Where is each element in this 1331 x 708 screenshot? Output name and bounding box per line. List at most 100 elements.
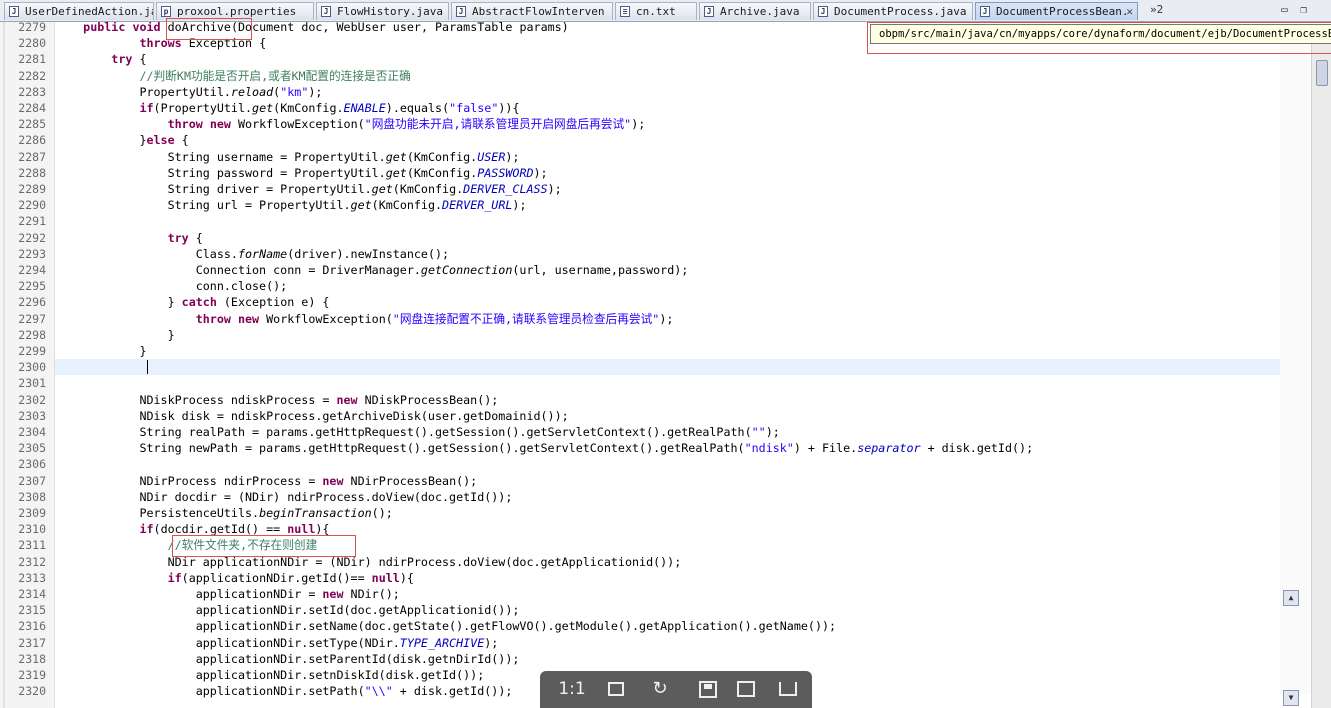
line-number: 2311	[18, 538, 46, 553]
line-number: 2304	[18, 425, 46, 439]
text-caret	[147, 360, 148, 374]
code-line[interactable]: applicationNDir.setType(NDir.TYPE_ARCHIV…	[55, 635, 499, 651]
line-number: 2292	[18, 230, 46, 245]
line-number: 2300	[18, 360, 46, 375]
save-icon[interactable]	[694, 678, 722, 700]
line-number: 2287	[18, 149, 46, 164]
code-line[interactable]: applicationNDir.setParentId(disk.getnDir…	[55, 651, 520, 667]
code-line[interactable]: }	[55, 327, 175, 343]
code-line[interactable]: String realPath = params.getHttpRequest(…	[55, 424, 779, 440]
scrollbar-thumb[interactable]	[1316, 60, 1328, 86]
line-number: 2307	[18, 473, 46, 488]
code-line[interactable]: throw new WorkflowException("网盘功能未开启,请联系…	[55, 116, 646, 132]
code-line[interactable]: try {	[55, 230, 203, 246]
line-number: 2305	[18, 441, 46, 456]
tab-overflow-button[interactable]: »2	[1150, 3, 1163, 16]
code-line[interactable]: }	[55, 343, 146, 359]
scroll-down-arrow-icon[interactable]: ▼	[1283, 690, 1299, 706]
line-number: 2281	[18, 52, 46, 67]
code-line[interactable]: throw new WorkflowException("网盘连接配置不正确,请…	[55, 311, 674, 327]
minimize-icon[interactable]: ▭	[1281, 3, 1288, 16]
code-line[interactable]: String password = PropertyUtil.get(KmCon…	[55, 165, 548, 181]
line-number: 2296	[18, 295, 46, 310]
tab-document-process[interactable]: J DocumentProcess.java	[813, 2, 973, 20]
line-number: 2312	[18, 554, 46, 569]
scroll-up-arrow-icon[interactable]: ▲	[1283, 590, 1299, 606]
line-number: 2282	[18, 68, 46, 83]
line-number: 2308	[18, 489, 46, 504]
tab-cn-txt[interactable]: ≡ cn.txt	[615, 2, 697, 20]
java-file-icon: J	[321, 6, 331, 17]
line-number: 2294	[18, 263, 46, 277]
code-line[interactable]: PropertyUtil.reload("km");	[55, 84, 322, 100]
line-number: 2315	[18, 603, 46, 618]
code-line[interactable]: String username = PropertyUtil.get(KmCon…	[55, 149, 520, 165]
code-line[interactable]: if(PropertyUtil.get(KmConfig.ENABLE).equ…	[55, 100, 519, 116]
tab-document-process-bean[interactable]: J DocumentProcessBean. ✕	[975, 2, 1138, 20]
line-number: 2306	[18, 457, 46, 472]
tab-abstract-flow-interven[interactable]: J AbstractFlowInterven	[451, 2, 613, 20]
line-number: 2291	[18, 214, 46, 229]
code-line[interactable]: try {	[55, 51, 146, 67]
line-number: 2280	[18, 36, 46, 51]
line-number: 2286	[18, 133, 46, 148]
save-as-icon[interactable]	[732, 678, 760, 700]
actual-size-button[interactable]: 1:1	[554, 678, 590, 700]
code-line[interactable]: String url = PropertyUtil.get(KmConfig.D…	[55, 197, 527, 213]
line-number: 2293	[18, 246, 46, 261]
code-line[interactable]: String driver = PropertyUtil.get(KmConfi…	[55, 181, 562, 197]
code-line[interactable]: public void doArchive(Document doc, WebU…	[55, 22, 569, 35]
tab-label: UserDefinedAction.ja	[25, 5, 154, 18]
fit-screen-icon[interactable]	[602, 678, 630, 700]
line-number: 2284	[18, 101, 46, 115]
code-line[interactable]: String newPath = params.getHttpRequest()…	[55, 440, 1033, 456]
code-line[interactable]: applicationNDir.setPath("\\" + disk.getI…	[55, 683, 513, 699]
file-path-tooltip: obpm/src/main/java/cn/myapps/core/dynafo…	[870, 24, 1331, 44]
line-number: 2285	[18, 117, 46, 132]
code-editor[interactable]: public void doArchive(Document doc, WebU…	[55, 22, 1315, 708]
code-line[interactable]: NDisk disk = ndiskProcess.getArchiveDisk…	[55, 408, 568, 424]
code-line[interactable]: applicationNDir = new NDir();	[55, 586, 400, 602]
maximize-icon[interactable]: ❐	[1300, 3, 1307, 16]
line-number: 2319	[18, 668, 46, 682]
tab-label: AbstractFlowInterven	[472, 5, 605, 18]
close-tab-icon[interactable]: ✕	[1126, 3, 1133, 20]
code-line[interactable]: } catch (Exception e) {	[55, 294, 330, 310]
line-number: 2318	[18, 651, 46, 666]
line-number: 2316	[18, 619, 46, 634]
text-file-icon: ≡	[620, 6, 630, 17]
line-number: 2302	[18, 392, 46, 407]
tab-archive[interactable]: J Archive.java	[699, 2, 811, 20]
line-number: 2288	[18, 165, 46, 180]
code-line[interactable]: PersistenceUtils.beginTransaction();	[55, 505, 392, 521]
code-line[interactable]: Class.forName(driver).newInstance();	[55, 246, 449, 262]
properties-file-icon: p	[161, 6, 171, 17]
line-number: 2309	[18, 506, 46, 520]
line-number: 2317	[18, 635, 46, 650]
java-file-icon: J	[818, 6, 828, 17]
highlight-box-comment	[172, 535, 356, 557]
line-number: 2289	[18, 182, 46, 196]
code-line[interactable]: applicationNDir.setId(doc.getApplication…	[55, 602, 520, 618]
share-icon[interactable]	[774, 678, 802, 700]
code-line[interactable]: applicationNDir.setnDiskId(disk.getId())…	[55, 667, 485, 683]
line-number: 2314	[18, 587, 46, 601]
tab-flow-history[interactable]: J FlowHistory.java	[316, 2, 449, 20]
code-line[interactable]: NDir applicationNDir = (NDir) ndirProces…	[55, 554, 682, 570]
code-line[interactable]: NDiskProcess ndiskProcess = new NDiskPro…	[55, 392, 498, 408]
line-number: 2320	[18, 684, 46, 699]
code-line[interactable]: if(applicationNDir.getId()== null){	[55, 570, 414, 586]
code-line[interactable]: }else {	[55, 132, 188, 148]
code-line[interactable]: applicationNDir.setName(doc.getState().g…	[55, 618, 836, 634]
tab-user-defined-action[interactable]: J UserDefinedAction.ja	[4, 2, 154, 20]
code-line[interactable]: Connection conn = DriverManager.getConne…	[55, 262, 689, 278]
code-line[interactable]: NDir docdir = (NDir) ndirProcess.doView(…	[55, 489, 512, 505]
code-line[interactable]: NDirProcess ndirProcess = new NDirProces…	[55, 473, 477, 489]
line-number: 2310	[18, 522, 46, 537]
code-line[interactable]: //判断KM功能是否开启,或者KM配置的连接是否正确	[55, 68, 410, 84]
tab-label: cn.txt	[636, 5, 676, 18]
tab-label: DocumentProcess.java	[834, 5, 967, 18]
vertical-scrollbar[interactable]	[1311, 44, 1331, 708]
code-line[interactable]: conn.close();	[55, 278, 288, 294]
rotate-icon[interactable]: ↻	[646, 678, 674, 700]
